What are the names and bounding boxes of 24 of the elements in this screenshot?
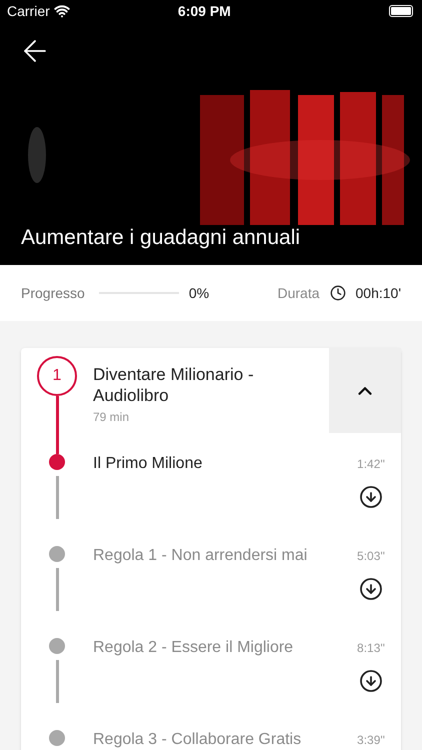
section-number: 1 xyxy=(37,356,77,396)
lesson-title[interactable]: Regola 1 - Non arrendersi mai xyxy=(93,547,308,564)
lesson-title[interactable]: Regola 2 - Essere il Migliore xyxy=(93,639,294,656)
progress-label: Progresso xyxy=(21,284,85,303)
download-icon[interactable] xyxy=(359,669,383,693)
clock-icon xyxy=(330,285,346,301)
lesson-title[interactable]: Il Primo Milione xyxy=(93,455,202,472)
lesson-duration: 3:39'' xyxy=(357,732,385,749)
lesson-duration: 8:13'' xyxy=(357,640,385,657)
download-icon[interactable] xyxy=(359,485,383,509)
duration-label: Durata xyxy=(277,284,320,302)
lesson-duration: 1:42'' xyxy=(357,456,385,473)
section-duration: 79 min xyxy=(93,409,130,426)
duration-value: 00h:10' xyxy=(356,284,401,302)
carrier-label: Carrier xyxy=(7,2,50,20)
section-title: Diventare Milionario - Audiolibro xyxy=(93,364,255,406)
lesson-duration: 5:03'' xyxy=(357,548,385,565)
lesson-title[interactable]: Regola 3 - Collaborare Gratis xyxy=(93,731,302,748)
battery-icon xyxy=(389,5,413,17)
progress-value: 0% xyxy=(188,284,210,302)
course-title: Aumentare i guadagni annuali xyxy=(20,224,302,250)
download-icon[interactable] xyxy=(359,577,383,601)
wifi-icon xyxy=(54,3,70,19)
status-time: 6:09 PM xyxy=(176,2,232,20)
